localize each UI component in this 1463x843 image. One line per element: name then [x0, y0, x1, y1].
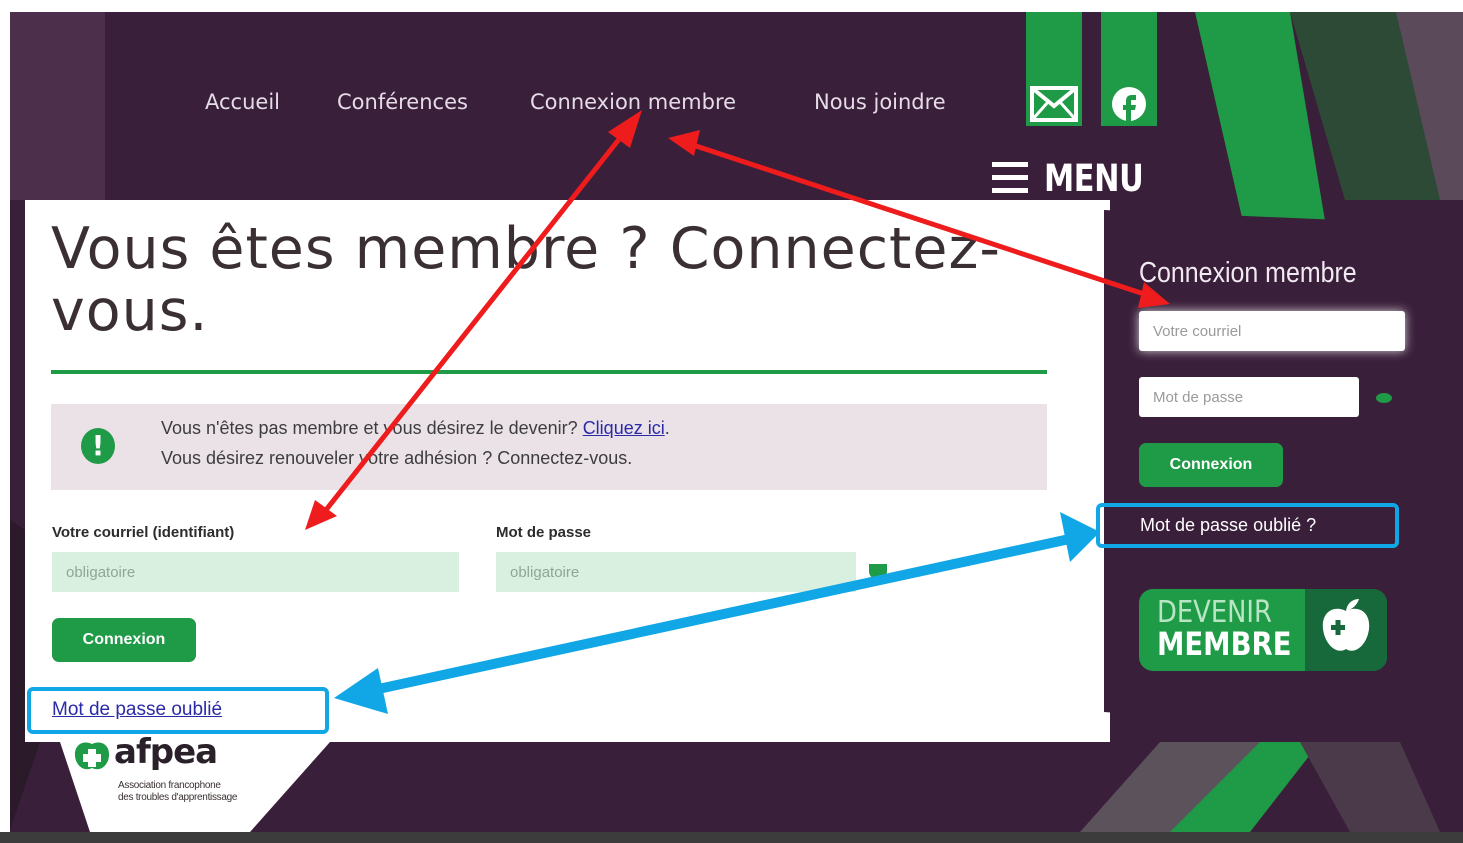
login-card: Vous êtes membre ? Connectez-vous. ! Vou… [25, 200, 1110, 742]
become-member-icon-area [1305, 589, 1387, 671]
apple-plus-logo-icon [74, 742, 110, 770]
show-password-eye-icon[interactable] [869, 564, 887, 580]
notice-line-2: Vous désirez renouveler votre adhésion ?… [161, 448, 633, 468]
notice-line-1: Vous n'êtes pas membre et vous désirez l… [161, 418, 670, 439]
menu-label: MENU [1044, 156, 1144, 200]
nav-item-conferences[interactable]: Conférences [337, 90, 468, 114]
nav-item-nous-joindre[interactable]: Nous joindre [814, 90, 946, 114]
login-button[interactable]: Connexion [52, 618, 196, 662]
side-panel-title: Connexion membre [1139, 257, 1357, 289]
notice-period: . [664, 418, 670, 438]
join-here-link[interactable]: Cliquez ici [583, 418, 665, 438]
become-member-button[interactable]: DEVENIR MEMBRE [1139, 589, 1387, 671]
menu-button[interactable]: MENU [990, 156, 1165, 200]
become-member-line-2: MEMBRE [1157, 625, 1292, 663]
afpea-tagline-2: des troubles d'apprentissage [118, 792, 238, 803]
apple-plus-icon [1322, 599, 1370, 651]
hamburger-icon [992, 162, 1028, 193]
afpea-tagline-1: Association francophone [118, 780, 221, 791]
facebook-social-button[interactable] [1101, 12, 1157, 126]
side-email-input[interactable] [1139, 311, 1405, 351]
afpea-logo: afpea Association francophone des troubl… [72, 732, 302, 812]
email-input[interactable] [52, 552, 459, 592]
email-label: Votre courriel (identifiant) [52, 524, 235, 541]
membership-notice: ! Vous n'êtes pas membre et vous désirez… [51, 404, 1047, 490]
nav-item-connexion-membre[interactable]: Connexion membre [530, 90, 736, 114]
password-label: Mot de passe [496, 524, 592, 541]
page-title: Vous êtes membre ? Connectez-vous. [51, 216, 1001, 344]
email-social-button[interactable] [1026, 12, 1082, 126]
page: Accueil Conférences Connexion membre Nou… [0, 0, 1463, 843]
afpea-wordmark: afpea [114, 732, 218, 772]
side-show-password-eye-icon[interactable] [1376, 393, 1392, 403]
nav-item-accueil[interactable]: Accueil [205, 90, 280, 114]
side-forgot-password-link[interactable]: Mot de passe oublié ? [1140, 515, 1316, 536]
side-password-input[interactable] [1139, 377, 1359, 417]
envelope-icon [1030, 86, 1078, 122]
exclamation-icon: ! [81, 428, 115, 464]
password-input[interactable] [496, 552, 856, 592]
notice-text-1: Vous n'êtes pas membre et vous désirez l… [161, 418, 578, 438]
forgot-password-link[interactable]: Mot de passe oublié [52, 699, 222, 721]
side-login-button[interactable]: Connexion [1139, 443, 1283, 487]
facebook-icon [1112, 87, 1146, 122]
heading-divider [51, 370, 1047, 374]
